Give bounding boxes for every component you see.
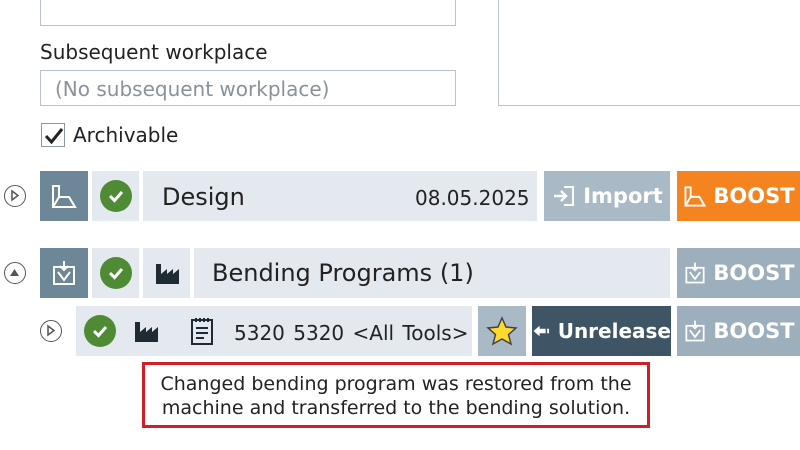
bending-program-icon [685, 262, 705, 284]
star-icon [486, 316, 518, 346]
ok-check-icon [99, 257, 132, 289]
design-title: Design [162, 183, 245, 211]
collapse-icon [10, 269, 19, 276]
subsequent-workplace-input[interactable]: (No subsequent workplace) [40, 70, 456, 106]
play-icon [11, 189, 20, 202]
design-date: 08.05.2025 [415, 186, 530, 210]
ok-check-icon [99, 180, 132, 212]
previous-field[interactable] [40, 0, 456, 26]
boost-label: BOOST [713, 261, 795, 285]
arrow-left-icon [533, 325, 550, 337]
subsequent-workplace-label: Subsequent workplace [40, 40, 268, 64]
bending-title: Bending Programs (1) [212, 259, 474, 287]
design-icon [684, 186, 707, 207]
program-info: 5320 5320 <All Tools> [234, 321, 469, 345]
design-status [92, 171, 139, 221]
boost-label: BOOST [713, 184, 795, 208]
play-icon [47, 324, 56, 337]
boost-label: BOOST [713, 319, 795, 343]
restore-message: Changed bending program was restored fro… [142, 362, 650, 428]
archivable-checkbox[interactable] [41, 123, 65, 147]
machine-icon [124, 306, 168, 356]
import-button[interactable]: Import [544, 171, 670, 221]
bending-collapse-toggle[interactable] [4, 262, 26, 284]
archivable-label: Archivable [73, 123, 179, 147]
design-expand-toggle[interactable] [4, 185, 26, 207]
program-boost-button[interactable]: BOOST [677, 306, 800, 356]
checkmark-icon [44, 128, 64, 145]
bending-status [92, 248, 139, 298]
notes-box[interactable] [498, 0, 800, 106]
favorite-button[interactable] [478, 306, 526, 356]
document-icon [178, 306, 226, 356]
import-label: Import [583, 184, 663, 208]
message-line-2: machine and transferred to the bending s… [161, 397, 631, 419]
design-boost-button[interactable]: BOOST [677, 171, 800, 221]
bending-program-icon [685, 320, 705, 342]
unrelease-button[interactable]: Unrelease [532, 306, 671, 356]
ok-check-icon [84, 315, 116, 347]
program-expand-toggle[interactable] [40, 320, 62, 342]
import-icon [554, 186, 575, 206]
design-icon [40, 171, 88, 221]
message-line-1: Changed bending program was restored fro… [160, 373, 632, 395]
machine-icon [143, 248, 190, 298]
program-status [78, 306, 122, 356]
bending-program-icon [40, 248, 88, 298]
bending-boost-button[interactable]: BOOST [677, 248, 800, 298]
unrelease-label: Unrelease [557, 319, 671, 343]
